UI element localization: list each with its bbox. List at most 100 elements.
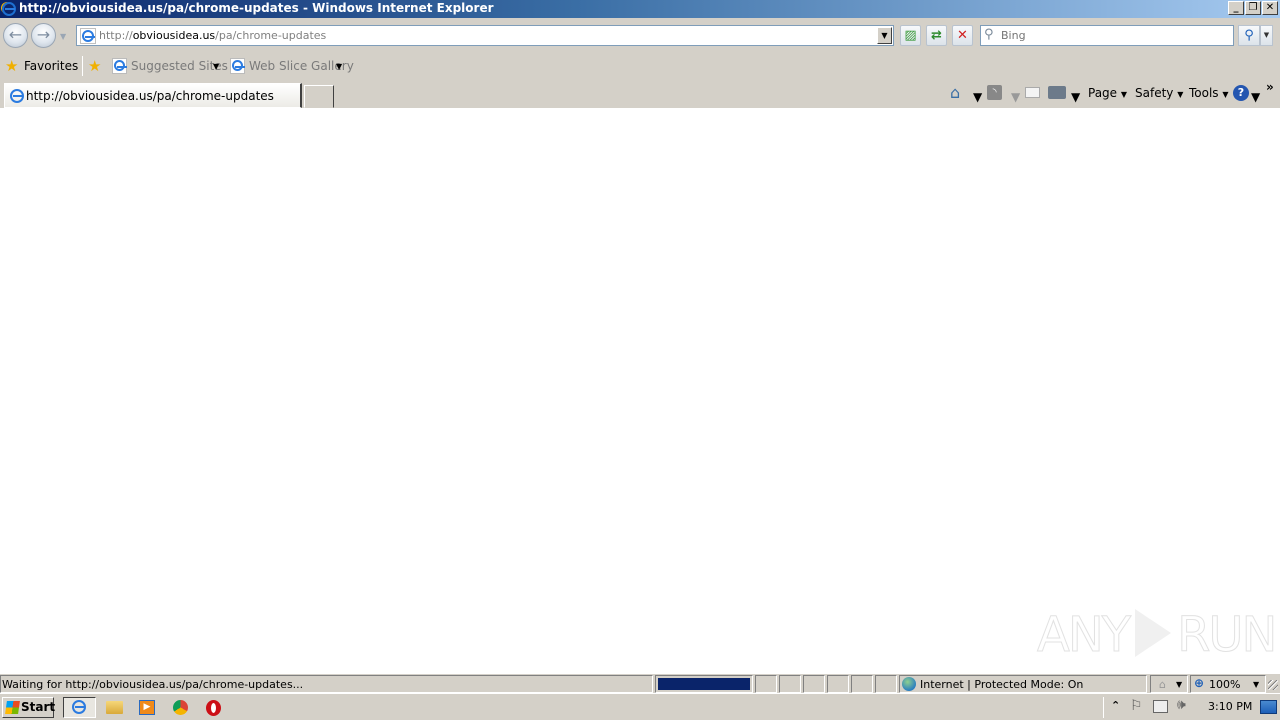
media-player-icon: ▶ [139, 700, 155, 715]
progress-panel [655, 675, 753, 693]
search-go-button[interactable]: ⚲ [1238, 25, 1260, 46]
ie-page-icon [82, 30, 95, 42]
feeds-dropdown[interactable]: ▼ [1011, 90, 1020, 104]
home-dropdown[interactable]: ▼ [973, 90, 982, 104]
taskbar-media-player[interactable]: ▶ [137, 698, 159, 717]
ie-logo-icon [2, 2, 16, 16]
security-zone-text: Internet | Protected Mode: On [920, 678, 1084, 691]
status-panel [827, 675, 849, 693]
page-menu[interactable]: Page ▼ [1088, 86, 1127, 100]
volume-icon[interactable]: 🕪 [1177, 697, 1186, 713]
lock-icon: ⌂ [1159, 678, 1166, 691]
magnifier-icon: ⚲ [1244, 28, 1254, 43]
page-icon [80, 28, 96, 44]
status-panel [779, 675, 801, 693]
tools-menu[interactable]: Tools ▼ [1189, 86, 1229, 100]
watermark-left-text: ANY [1036, 607, 1131, 664]
add-to-favorites-bar-icon[interactable]: ★ [88, 57, 101, 75]
recent-pages-dropdown[interactable]: ▼ [60, 32, 66, 41]
forward-arrow-icon: → [36, 25, 51, 44]
chrome-icon [173, 700, 188, 715]
url-prefix: http:// [99, 29, 133, 42]
help-dropdown[interactable]: ▼ [1251, 90, 1260, 104]
start-label: Start [21, 700, 56, 714]
window-title: http://obviousidea.us/pa/chrome-updates … [19, 1, 494, 15]
chevron-down-icon: ▼ [1177, 90, 1184, 99]
favorites-star-icon: ★ [5, 57, 19, 75]
chevron-down-icon: ▼ [1253, 680, 1260, 689]
zoom-panel[interactable]: ⊕ 100% ▼ [1190, 675, 1266, 693]
favorites-separator [82, 56, 83, 76]
progress-bar-fill [658, 678, 750, 690]
restore-button[interactable]: ❐ [1245, 1, 1261, 15]
security-zone-panel[interactable]: Internet | Protected Mode: On [899, 675, 1147, 693]
navigation-bar: ← → ▼ http://obviousidea.us/pa/chrome-up… [0, 18, 1280, 53]
show-desktop-button[interactable] [1260, 700, 1277, 714]
search-box[interactable]: ⚲ [980, 25, 1234, 46]
read-mail-icon[interactable] [1025, 87, 1040, 98]
print-dropdown[interactable]: ▼ [1071, 90, 1080, 104]
page-icon [230, 58, 245, 74]
status-text: Waiting for http://obviousidea.us/pa/chr… [2, 678, 304, 691]
chevron-down-icon: ▼ [1120, 90, 1128, 99]
taskbar-internet-explorer[interactable] [63, 697, 96, 718]
minimize-button[interactable]: _ [1228, 1, 1244, 15]
show-hidden-icons-button[interactable]: ⌃ [1111, 699, 1120, 712]
address-bar[interactable]: http://obviousidea.us/pa/chrome-updates … [76, 25, 894, 46]
compatibility-view-button[interactable]: ▨ [900, 25, 921, 46]
command-bar-overflow-button[interactable]: » [1266, 80, 1274, 94]
start-button[interactable]: Start [2, 697, 56, 718]
tab-active[interactable]: http://obviousidea.us/pa/chrome-updates [4, 83, 302, 108]
status-panel [755, 675, 777, 693]
taskbar: Start ▶ ⌃ ⚐ 🕪 3:10 PM [0, 693, 1280, 720]
address-dropdown-button[interactable]: ▼ [877, 27, 892, 44]
address-input[interactable]: http://obviousidea.us/pa/chrome-updates [99, 29, 326, 42]
safety-menu[interactable]: Safety ▼ [1135, 86, 1183, 100]
favorites-bar: ★ Favorites ★ Suggested Sites ▼ Web Slic… [0, 53, 1280, 80]
rss-feeds-icon[interactable]: ◝ [987, 85, 1002, 100]
compatibility-view-icon: ▨ [904, 28, 917, 43]
action-center-flag-icon[interactable]: ⚐ [1130, 698, 1143, 714]
clock[interactable]: 3:10 PM [1208, 700, 1252, 713]
back-button[interactable]: ← [3, 23, 28, 48]
taskbar-opera[interactable] [203, 698, 225, 717]
status-text-panel: Waiting for http://obviousidea.us/pa/chr… [0, 675, 653, 693]
ie-tab-icon [10, 89, 24, 103]
help-icon[interactable]: ? [1233, 85, 1249, 101]
chevron-down-icon: ▼ [1222, 90, 1229, 99]
search-input[interactable] [1001, 28, 1229, 43]
favorites-label: Favorites [24, 59, 79, 73]
anyrun-watermark: ANY RUN [1036, 607, 1277, 669]
stop-icon: ✕ [957, 28, 968, 43]
zoom-level: 100% [1209, 678, 1241, 691]
home-icon[interactable]: ⌂ [950, 83, 966, 102]
favorite-item-web-slice-gallery[interactable]: Web Slice Gallery ▼ [230, 57, 354, 76]
page-icon [112, 58, 127, 74]
status-panel [851, 675, 873, 693]
taskbar-chrome[interactable] [170, 698, 192, 717]
taskbar-windows-explorer[interactable] [104, 698, 126, 717]
favorite-item-suggested-sites[interactable]: Suggested Sites ▼ [112, 57, 228, 76]
stop-button[interactable]: ✕ [952, 25, 973, 46]
safety-menu-label: Safety [1135, 86, 1174, 100]
network-icon[interactable] [1153, 700, 1168, 713]
chevron-down-icon: ▼ [1176, 680, 1183, 689]
protected-mode-panel[interactable]: ⌂ ▼ [1150, 675, 1188, 693]
page-content [0, 108, 1280, 673]
close-button[interactable]: ✕ [1262, 1, 1278, 15]
tab-row: http://obviousidea.us/pa/chrome-updates … [0, 80, 1280, 108]
status-bar: Waiting for http://obviousidea.us/pa/chr… [0, 673, 1280, 693]
url-domain: obviousidea.us [132, 29, 216, 42]
print-icon[interactable] [1048, 86, 1066, 99]
resize-grip[interactable] [1268, 680, 1278, 690]
ie-page-icon [114, 60, 127, 71]
refresh-button[interactable]: ⇄ [926, 25, 947, 46]
new-tab-button[interactable] [304, 85, 334, 108]
forward-button[interactable]: → [31, 23, 56, 48]
folder-icon [106, 701, 123, 714]
tab-label: http://obviousidea.us/pa/chrome-updates [26, 89, 274, 103]
chevron-down-icon: ▼ [336, 62, 343, 71]
zoom-icon: ⊕ [1194, 676, 1205, 690]
search-options-dropdown[interactable]: ▼ [1260, 25, 1273, 46]
play-logo-icon [1135, 609, 1172, 657]
